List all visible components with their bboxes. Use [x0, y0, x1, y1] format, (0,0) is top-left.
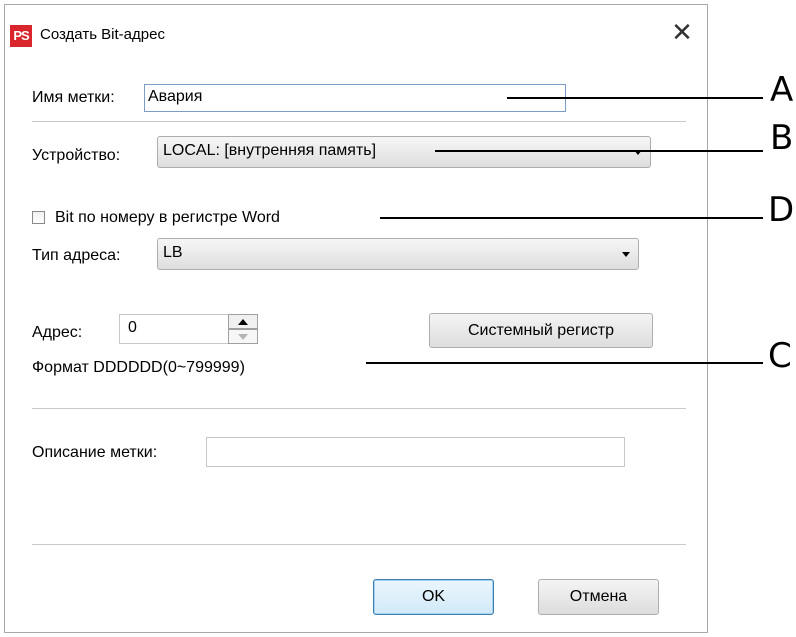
address-format-hint: Формат DDDDDD(0~799999) — [32, 359, 245, 376]
bit-by-word-checkbox[interactable] — [32, 211, 45, 224]
callout-label-c: C — [768, 336, 792, 376]
callout-line-b — [435, 150, 763, 152]
separator — [32, 121, 686, 122]
window-title: Создать Bit-адрес — [40, 26, 165, 43]
callout-label-a: A — [770, 70, 794, 110]
callout-label-b: B — [770, 118, 794, 158]
chevron-down-icon — [622, 252, 630, 257]
address-label: Адрес: — [32, 324, 83, 341]
separator — [32, 408, 686, 409]
address-type-dropdown-value: LB — [163, 244, 183, 261]
description-input[interactable] — [206, 437, 625, 467]
device-dropdown-value: LOCAL: [внутренняя память] — [163, 142, 377, 159]
spin-up-button[interactable] — [228, 314, 258, 329]
callout-line-d — [380, 217, 763, 219]
spin-down-button[interactable] — [228, 329, 258, 344]
tag-name-label: Имя метки: — [32, 89, 115, 106]
address-value: 0 — [128, 319, 137, 336]
callout-line-c — [366, 362, 763, 364]
device-label: Устройство: — [32, 147, 121, 164]
device-dropdown[interactable]: LOCAL: [внутренняя память] — [157, 136, 651, 168]
close-icon[interactable]: ✕ — [667, 18, 697, 48]
arrow-down-icon — [238, 334, 248, 340]
cancel-button[interactable]: Отмена — [538, 579, 659, 615]
callout-line-a — [507, 97, 763, 99]
app-logo-icon: PS — [10, 25, 32, 47]
tag-name-input[interactable]: Авария — [144, 84, 566, 112]
separator — [32, 544, 686, 545]
address-type-label: Тип адреса: — [32, 247, 121, 264]
system-register-button[interactable]: Системный регистр — [429, 313, 653, 348]
arrow-up-icon — [238, 319, 248, 325]
callout-label-d: D — [768, 190, 795, 230]
bit-by-word-label: Bit по номеру в регистре Word — [55, 209, 280, 226]
ok-button[interactable]: OK — [373, 579, 494, 615]
address-type-dropdown[interactable]: LB — [157, 238, 639, 270]
description-label: Описание метки: — [32, 444, 158, 461]
